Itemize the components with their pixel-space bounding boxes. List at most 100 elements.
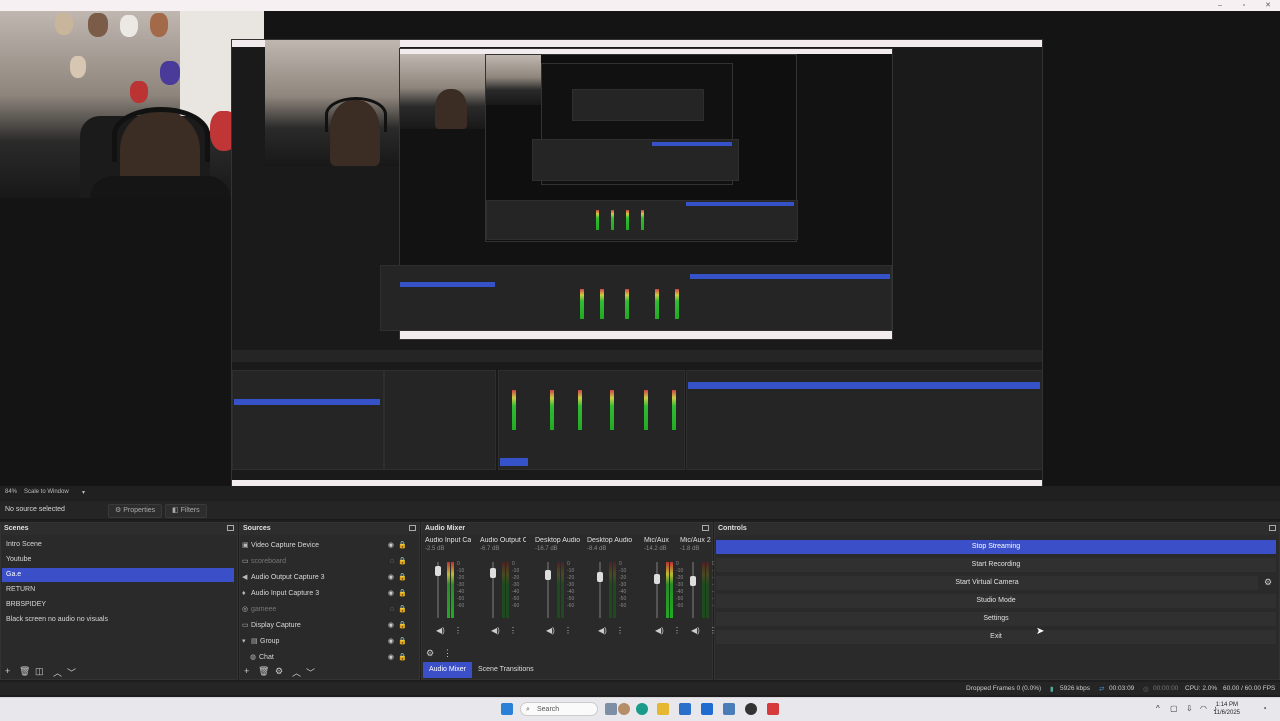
eye-hidden-icon[interactable]: ◌: [390, 554, 394, 569]
scene-filters-icon[interactable]: ◫: [35, 666, 44, 677]
tab-scene-transitions[interactable]: Scene Transitions: [472, 662, 540, 678]
tray-app-icon[interactable]: ⇩: [1186, 704, 1193, 713]
mute-speaker-icon[interactable]: ◀): [546, 626, 555, 635]
preview-canvas[interactable]: [0, 11, 1280, 497]
start-virtual-camera-button[interactable]: Start Virtual Camera: [716, 576, 1258, 590]
channel-menu-icon[interactable]: ⋮: [509, 626, 517, 635]
source-item-group[interactable]: ▾ ▤ Group ◉ 🔒: [242, 634, 412, 649]
task-view-icon[interactable]: [605, 703, 617, 715]
start-recording-button[interactable]: Start Recording: [716, 558, 1276, 572]
channel-menu-icon[interactable]: ⋮: [454, 626, 462, 635]
store-icon[interactable]: [679, 703, 691, 715]
studio-mode-button[interactable]: Studio Mode: [716, 594, 1276, 608]
scene-item[interactable]: Intro Scene: [2, 538, 234, 552]
mute-speaker-icon[interactable]: ◀): [691, 626, 700, 635]
remove-scene-icon[interactable]: 🗑: [19, 666, 30, 677]
channel-menu-icon[interactable]: ⋮: [673, 626, 681, 635]
minimize-button[interactable]: –: [1210, 1, 1230, 10]
settings-button[interactable]: Settings: [716, 612, 1276, 626]
close-button[interactable]: ✕: [1258, 1, 1278, 10]
eye-icon[interactable]: ◉: [388, 570, 394, 585]
volume-fader-track[interactable]: [656, 562, 658, 618]
app-icon[interactable]: [767, 703, 779, 715]
mute-speaker-icon[interactable]: ◀): [655, 626, 664, 635]
widget-icon[interactable]: [618, 703, 630, 715]
add-scene-icon[interactable]: +: [5, 666, 10, 676]
filters-button[interactable]: ◧ Filters: [165, 504, 207, 518]
scene-item-selected[interactable]: Ga.e: [2, 568, 234, 582]
gear-icon[interactable]: ⚙: [1264, 577, 1272, 588]
eye-icon[interactable]: ◉: [388, 634, 394, 649]
lock-icon[interactable]: 🔒: [398, 602, 407, 617]
notification-icon[interactable]: ◔: [1262, 704, 1267, 713]
tray-chevron-icon[interactable]: ^: [1156, 704, 1160, 713]
app-icon[interactable]: [723, 703, 735, 715]
source-item[interactable]: ◎ gameee ◌ 🔒: [242, 602, 412, 617]
lock-icon[interactable]: 🔒: [398, 538, 407, 553]
properties-button[interactable]: ⚙ Properties: [108, 504, 163, 518]
dock-float-icon[interactable]: [227, 525, 234, 531]
volume-fader-track[interactable]: [692, 562, 694, 618]
scale-dropdown-icon[interactable]: ▾: [82, 489, 85, 496]
source-item[interactable]: ▭ Display Capture ◉ 🔒: [242, 618, 412, 633]
volume-fader-knob[interactable]: [690, 576, 696, 586]
move-up-icon[interactable]: ︿: [53, 666, 62, 679]
volume-fader-knob[interactable]: [435, 566, 441, 576]
taskbar-search-input[interactable]: ⌕ Search: [520, 702, 598, 716]
volume-fader-knob[interactable]: [490, 568, 496, 578]
source-properties-icon[interactable]: ⚙: [275, 666, 283, 677]
stop-streaming-button[interactable]: Stop Streaming: [716, 540, 1276, 554]
start-menu-icon[interactable]: [501, 703, 513, 715]
remove-source-icon[interactable]: 🗑: [258, 666, 269, 677]
edge-browser-icon[interactable]: [636, 703, 648, 715]
source-item[interactable]: ◍ Chat ◉ 🔒: [250, 650, 412, 665]
mute-speaker-icon[interactable]: ◀): [491, 626, 500, 635]
move-down-icon[interactable]: ﹀: [306, 666, 315, 679]
volume-fader-knob[interactable]: [654, 574, 660, 584]
dock-float-icon[interactable]: [702, 525, 709, 531]
source-item[interactable]: ♦ Audio Input Capture 3 ◉ 🔒: [242, 586, 412, 601]
channel-menu-icon[interactable]: ⋮: [616, 626, 624, 635]
lock-icon[interactable]: 🔒: [398, 586, 407, 601]
chevron-down-icon[interactable]: ▾: [242, 634, 251, 649]
tray-app-icon[interactable]: ▢: [1170, 704, 1178, 713]
eye-icon[interactable]: ◉: [388, 586, 394, 601]
scene-item[interactable]: Black screen no audio no visuals: [2, 613, 234, 627]
move-down-icon[interactable]: ﹀: [67, 666, 76, 679]
dock-float-icon[interactable]: [1269, 525, 1276, 531]
eye-icon[interactable]: ◉: [388, 618, 394, 633]
scene-item[interactable]: Youtube: [2, 553, 234, 567]
eye-icon[interactable]: ◉: [388, 538, 394, 553]
dock-float-icon[interactable]: [409, 525, 416, 531]
more-options-icon[interactable]: ⋮: [443, 648, 452, 659]
file-explorer-icon[interactable]: [657, 703, 669, 715]
volume-fader-knob[interactable]: [597, 572, 603, 582]
volume-fader-knob[interactable]: [545, 570, 551, 580]
move-up-icon[interactable]: ︿: [292, 666, 301, 679]
channel-menu-icon[interactable]: ⋮: [564, 626, 572, 635]
lock-icon[interactable]: 🔒: [398, 570, 407, 585]
taskbar-clock[interactable]: 1:14 PM 11/6/2025: [1214, 701, 1240, 717]
mixer-settings-icon[interactable]: ⚙: [426, 648, 434, 659]
source-item[interactable]: ▣ Video Capture Device ◉ 🔒: [242, 538, 412, 553]
source-item[interactable]: ▭ scoreboard ◌ 🔒: [242, 554, 412, 569]
lock-icon[interactable]: 🔒: [398, 634, 407, 649]
mute-speaker-icon[interactable]: ◀): [598, 626, 607, 635]
outlook-icon[interactable]: [701, 703, 713, 715]
lock-icon[interactable]: 🔒: [398, 618, 407, 633]
exit-button[interactable]: Exit: [716, 630, 1276, 644]
mute-speaker-icon[interactable]: ◀): [436, 626, 445, 635]
source-item[interactable]: ◀ Audio Output Capture 3 ◉ 🔒: [242, 570, 412, 585]
obs-icon[interactable]: [745, 703, 757, 715]
add-source-icon[interactable]: +: [244, 666, 249, 676]
scene-item[interactable]: BRBSPIDEY: [2, 598, 234, 612]
eye-hidden-icon[interactable]: ◌: [390, 602, 394, 617]
scene-item[interactable]: RETURN: [2, 583, 234, 597]
maximize-button[interactable]: ▫: [1234, 1, 1254, 10]
tab-audio-mixer[interactable]: Audio Mixer: [423, 662, 472, 678]
wifi-icon[interactable]: ◠: [1200, 704, 1207, 713]
scale-mode-select[interactable]: Scale to Window: [24, 489, 69, 495]
eye-icon[interactable]: ◉: [388, 650, 394, 665]
lock-icon[interactable]: 🔒: [398, 554, 407, 569]
lock-icon[interactable]: 🔒: [398, 650, 407, 665]
